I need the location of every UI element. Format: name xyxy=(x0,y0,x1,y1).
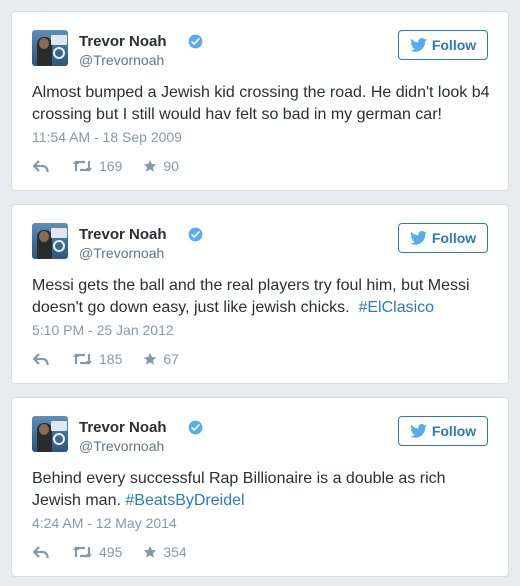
retweet-action[interactable]: 169 xyxy=(72,158,143,174)
avatar-logo-ring xyxy=(53,47,65,59)
avatar-logo xyxy=(51,35,67,45)
tweet-timestamp[interactable]: 11:54 AM - 18 Sep 2009 xyxy=(32,129,182,145)
tweet-actions: 185 67 xyxy=(32,350,179,368)
follow-label: Follow xyxy=(431,230,477,246)
hashtag-link[interactable]: #BeatsByDreidel xyxy=(125,492,244,509)
tweet-card: Trevor Noah @Trevornoah Follow Almost bu… xyxy=(11,11,509,191)
tweet-actions: 169 90 xyxy=(32,157,179,175)
tweet-body: Almost bumped a Jewish kid crossing the … xyxy=(32,84,494,123)
tweet-timestamp[interactable]: 5:10 PM - 25 Jan 2012 xyxy=(32,322,174,338)
user-handle[interactable]: @Trevornoah xyxy=(79,52,164,68)
star-icon xyxy=(144,352,157,365)
star-icon xyxy=(144,159,157,172)
favorite-count: 90 xyxy=(163,158,179,174)
reply-icon[interactable] xyxy=(32,545,50,559)
avatar-logo-ring xyxy=(53,433,65,445)
user-handle[interactable]: @Trevornoah xyxy=(79,438,164,454)
follow-button[interactable]: Follow xyxy=(398,30,488,60)
tweet-card: Trevor Noah @Trevornoah Follow Behind ev… xyxy=(11,397,509,577)
avatar[interactable] xyxy=(32,223,68,259)
tweet-card: Trevor Noah @Trevornoah Follow Messi get… xyxy=(11,204,509,384)
verified-badge-icon xyxy=(188,34,203,49)
twitter-bird-icon xyxy=(409,231,427,245)
favorite-count: 354 xyxy=(163,544,187,560)
tweet-text: Behind every successful Rap Billionaire … xyxy=(32,468,492,512)
follow-button[interactable]: Follow xyxy=(398,223,488,253)
avatar-logo-ring xyxy=(53,240,65,252)
avatar-face xyxy=(39,231,49,242)
avatar-face xyxy=(39,38,49,49)
retweet-action[interactable]: 495 xyxy=(72,544,143,560)
avatar-logo xyxy=(51,228,67,238)
star-icon xyxy=(144,545,157,558)
twitter-bird-icon xyxy=(409,424,427,438)
twitter-bird-icon xyxy=(409,38,427,52)
favorite-action[interactable]: 67 xyxy=(143,351,179,367)
retweet-count: 495 xyxy=(99,544,123,560)
user-name[interactable]: Trevor Noah xyxy=(79,226,167,243)
favorite-action[interactable]: 354 xyxy=(143,544,187,560)
avatar-logo xyxy=(51,421,67,431)
favorite-action[interactable]: 90 xyxy=(143,158,179,174)
user-name[interactable]: Trevor Noah xyxy=(79,33,167,50)
tweet-text: Almost bumped a Jewish kid crossing the … xyxy=(32,82,492,126)
retweet-count: 185 xyxy=(99,351,123,367)
follow-label: Follow xyxy=(431,37,477,53)
verified-badge-icon xyxy=(188,420,203,435)
tweet-actions: 495 354 xyxy=(32,543,187,561)
tweet-text: Messi gets the ball and the real players… xyxy=(32,275,492,319)
tweet-timestamp[interactable]: 4:24 AM - 12 May 2014 xyxy=(32,515,177,531)
favorite-count: 67 xyxy=(163,351,179,367)
verified-badge-icon xyxy=(188,227,203,242)
user-name[interactable]: Trevor Noah xyxy=(79,419,167,436)
reply-icon[interactable] xyxy=(32,352,50,366)
retweet-icon xyxy=(73,353,92,365)
hashtag-link[interactable]: #ElClasico xyxy=(358,299,434,316)
follow-label: Follow xyxy=(431,423,477,439)
reply-icon[interactable] xyxy=(32,159,50,173)
avatar-face xyxy=(39,424,49,435)
retweet-action[interactable]: 185 xyxy=(72,351,143,367)
retweet-count: 169 xyxy=(99,158,123,174)
user-handle[interactable]: @Trevornoah xyxy=(79,245,164,261)
avatar[interactable] xyxy=(32,416,68,452)
retweet-icon xyxy=(73,160,92,172)
avatar[interactable] xyxy=(32,30,68,66)
follow-button[interactable]: Follow xyxy=(398,416,488,446)
retweet-icon xyxy=(73,546,92,558)
